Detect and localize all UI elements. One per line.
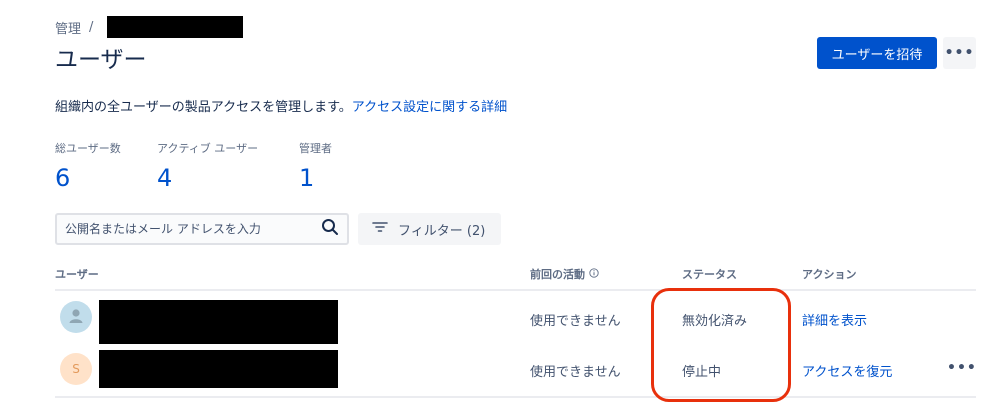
more-icon: ••• [944,45,975,61]
column-header-last-activity[interactable]: 前回の活動 [530,266,599,282]
column-header-status: ステータス [682,268,737,281]
stat-label: 総ユーザー数 [55,142,121,155]
view-details-link[interactable]: 詳細を表示 [802,310,867,329]
stat-total-users: 総ユーザー数 6 [55,140,121,192]
search-icon[interactable] [321,218,339,240]
redacted-user-info [99,300,338,344]
info-icon[interactable] [589,267,599,281]
stat-label: 管理者 [299,142,332,155]
filter-button[interactable]: フィルター (2) [358,213,501,245]
filter-label: フィルター (2) [398,223,486,239]
restore-access-link[interactable]: アクセスを復元 [802,361,892,380]
header-divider [55,289,976,291]
breadcrumb: 管理 / [55,16,244,38]
stat-active-users: アクティブ ユーザー 4 [157,140,258,192]
page-description: 組織内の全ユーザーの製品アクセスを管理します。アクセス設定に関する詳細 [55,96,507,115]
filter-icon [372,221,388,237]
status-highlight-annotation [651,288,791,402]
description-text: 組織内の全ユーザーの製品アクセスを管理します。 [55,100,352,115]
stat-value[interactable]: 1 [299,164,332,192]
column-header-label: 前回の活動 [530,268,585,281]
stat-admins: 管理者 1 [299,140,332,192]
column-header-action: アクション [802,268,857,281]
access-settings-link[interactable]: アクセス設定に関する詳細 [352,100,507,115]
breadcrumb-separator: / [89,19,94,35]
stat-label: アクティブ ユーザー [157,142,259,155]
avatar: S [60,353,92,385]
avatar-placeholder-icon [66,306,86,329]
search-input[interactable] [65,222,321,236]
column-header-user[interactable]: ユーザー [55,266,99,282]
invite-users-button[interactable]: ユーザーを招待 [817,37,937,69]
search-box [55,213,349,245]
stat-value[interactable]: 4 [157,164,258,192]
redacted-user-info [99,350,338,388]
page-title: ユーザー [55,47,147,73]
table-row: 使用できません 無効化済み 詳細を表示 [0,295,1004,344]
redacted-org-name [107,16,244,38]
table-row: S 使用できません 停止中 アクセスを復元 ••• [0,345,1004,393]
avatar [60,301,92,333]
last-activity-cell: 使用できません [530,365,621,380]
row-more-icon[interactable]: ••• [947,360,977,376]
more-actions-button[interactable]: ••• [943,37,976,69]
stat-value[interactable]: 6 [55,164,121,192]
breadcrumb-admin[interactable]: 管理 [55,18,81,37]
last-activity-cell: 使用できません [530,314,621,329]
table-bottom-divider [55,396,976,398]
